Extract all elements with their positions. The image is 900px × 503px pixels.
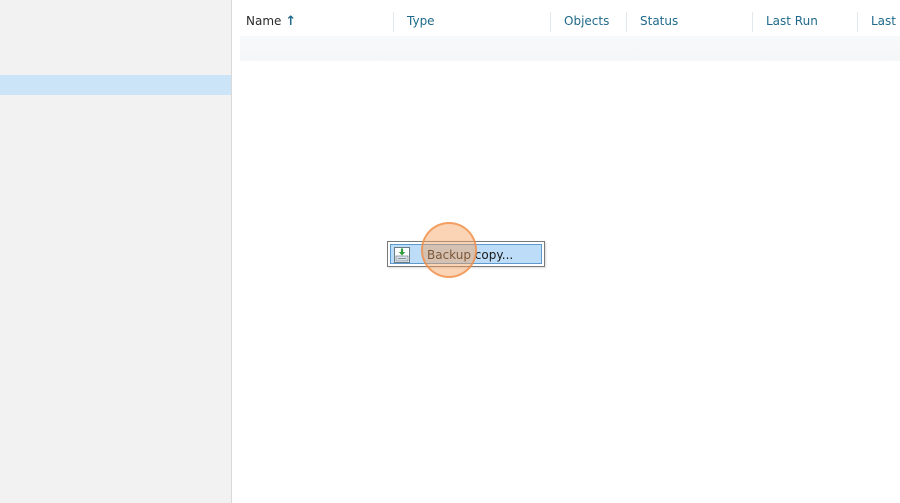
- column-separator[interactable]: [550, 12, 551, 32]
- sidebar-selected-item[interactable]: [0, 75, 231, 95]
- column-header-name[interactable]: Name ↑: [246, 0, 296, 34]
- menu-item-label: Backup copy...: [427, 248, 514, 262]
- column-header-name-label: Name: [246, 14, 282, 28]
- jobs-list-panel: Name ↑ Type Objects Status Last Run Last …: [233, 0, 900, 503]
- navigation-sidebar: [0, 0, 232, 503]
- menu-item-backup-copy[interactable]: Backup copy...: [390, 244, 542, 264]
- list-header: Name ↑ Type Objects Status Last Run Last …: [233, 0, 900, 34]
- column-header-status[interactable]: Status: [640, 0, 678, 34]
- column-header-type[interactable]: Type: [407, 0, 435, 34]
- column-separator[interactable]: [857, 12, 858, 32]
- context-menu: Backup copy...: [387, 241, 545, 267]
- empty-list-row: [240, 36, 900, 61]
- column-separator[interactable]: [393, 12, 394, 32]
- column-header-last-result[interactable]: Last R: [871, 0, 900, 34]
- app-window: Name ↑ Type Objects Status Last Run Last …: [0, 0, 900, 503]
- backup-copy-icon: [394, 247, 410, 263]
- column-separator[interactable]: [752, 12, 753, 32]
- column-header-objects[interactable]: Objects: [564, 0, 609, 34]
- column-separator[interactable]: [626, 12, 627, 32]
- column-header-last-run[interactable]: Last Run: [766, 0, 818, 34]
